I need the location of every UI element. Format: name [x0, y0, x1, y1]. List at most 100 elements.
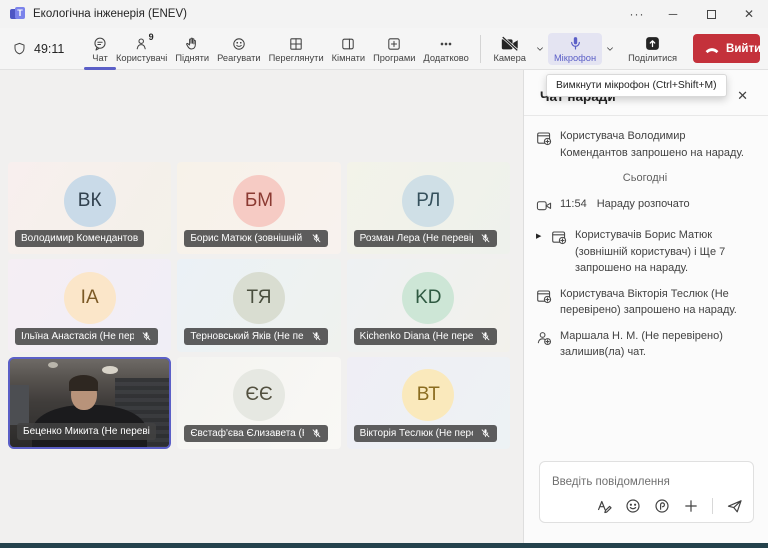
avatar: РЛ: [402, 175, 454, 227]
participant-tile[interactable]: ВТ Вікторія Теслюк (Не перевір...: [347, 357, 510, 449]
tab-more[interactable]: Додатково: [419, 28, 472, 70]
chat-icon: [92, 36, 108, 52]
expand-arrow-icon[interactable]: ▶: [536, 227, 543, 277]
tab-react-label: Реагувати: [217, 53, 260, 63]
participant-tile[interactable]: ІА Ільїна Анастасія (Не перевір...: [8, 259, 171, 351]
chat-event: 11:54Нараду розпочато: [536, 196, 754, 219]
participant-name-pill: Євстаф'єва Єлизавета (Не п...: [184, 425, 327, 442]
microphone-icon: [567, 35, 584, 52]
participant-name-pill: Вікторія Теслюк (Не перевір...: [354, 425, 497, 442]
mic-muted-icon: [480, 233, 491, 244]
meeting-timer: 49:11: [12, 41, 88, 57]
share-button[interactable]: Поділитися: [622, 33, 683, 65]
add-attachment-icon[interactable]: [683, 498, 699, 514]
mic-muted-icon: [311, 233, 322, 244]
participant-grid: ВК Володимир Комендантов БМ Борис Матюк …: [8, 162, 510, 449]
avatar: ТЯ: [233, 272, 285, 324]
teams-logo-icon: T: [10, 7, 25, 22]
microphone-options-chevron[interactable]: [602, 44, 618, 54]
tab-react[interactable]: Реагувати: [213, 28, 264, 70]
maximize-button[interactable]: [692, 0, 730, 28]
message-input[interactable]: Введіть повідомлення: [552, 476, 670, 488]
meeting-toolbar: 49:11 Чат 9 Користувачі Підняти: [0, 28, 768, 70]
tab-view[interactable]: Переглянути: [265, 28, 328, 70]
date-divider: Сьогодні: [536, 170, 754, 187]
tab-raise-hand-label: Підняти: [175, 53, 209, 63]
apps-icon: [386, 36, 402, 52]
send-icon[interactable]: [726, 498, 743, 514]
participant-tile[interactable]: БМ Борис Матюк (зовнішній ко...: [177, 162, 340, 254]
tab-apps[interactable]: Програми: [369, 28, 419, 70]
avatar: KD: [402, 272, 454, 324]
participant-tile[interactable]: KD Kichenko Diana (Не перевір...: [347, 259, 510, 351]
mic-muted-icon: [311, 331, 322, 342]
mic-muted-icon: [480, 428, 491, 439]
raise-hand-icon: [184, 36, 200, 52]
participant-name-pill: Розман Лера (Не перевірено): [354, 230, 497, 247]
tab-participants-label: Користувачі: [116, 53, 167, 63]
calendar-add-icon: [536, 130, 552, 146]
taskbar-edge: [0, 543, 768, 548]
camera-off-icon: [500, 35, 520, 52]
tab-view-label: Переглянути: [269, 53, 324, 63]
tab-rooms-label: Кімнати: [332, 53, 365, 63]
tab-apps-label: Програми: [373, 53, 415, 63]
avatar: ВТ: [402, 369, 454, 421]
participant-tile[interactable]: ТЯ Терновський Яків (Не перев...: [177, 259, 340, 351]
toolbar-tabs: Чат 9 Користувачі Підняти Реагувати: [88, 28, 473, 69]
minimize-button[interactable]: ─: [654, 0, 692, 28]
window-title: Екологічна інженерія (ENEV): [33, 8, 612, 20]
close-window-button[interactable]: ✕: [730, 0, 768, 28]
chevron-down-icon: [605, 44, 615, 54]
tab-chat[interactable]: Чат: [88, 28, 112, 70]
tab-chat-label: Чат: [92, 53, 107, 63]
emoji-icon[interactable]: [625, 498, 641, 514]
timer-value: 49:11: [34, 42, 64, 56]
close-panel-icon[interactable]: ✕: [733, 86, 752, 106]
person-add-icon: [536, 330, 552, 346]
share-label: Поділитися: [628, 53, 677, 63]
toolbar-divider: [480, 35, 481, 63]
tab-rooms[interactable]: Кімнати: [328, 28, 369, 70]
chevron-down-icon: [535, 44, 545, 54]
tab-participants[interactable]: 9 Користувачі: [112, 28, 171, 70]
microphone-label: Мікрофон: [554, 53, 596, 63]
rooms-icon: [340, 36, 356, 52]
camera-label: Камера: [493, 53, 526, 63]
participant-tile[interactable]: ЄЄ Євстаф'єва Єлизавета (Не п...: [177, 357, 340, 449]
calendar-add-icon: [551, 229, 567, 245]
chat-event: Маршала Н. М. (Не перевірено) залишив(ла…: [536, 328, 754, 361]
format-icon[interactable]: [596, 498, 612, 514]
participant-name-pill: Ільїна Анастасія (Не перевір...: [15, 328, 158, 345]
participant-tile[interactable]: РЛ Розман Лера (Не перевірено): [347, 162, 510, 254]
participant-name-pill: Борис Матюк (зовнішній ко...: [184, 230, 327, 247]
mic-muted-icon: [311, 428, 322, 439]
camera-button[interactable]: Камера: [487, 33, 532, 65]
avatar: ВК: [64, 175, 116, 227]
leave-label: Вийти: [726, 43, 760, 55]
mic-muted-icon: [480, 331, 491, 342]
title-bar: T Екологічна інженерія (ENEV) ··· ─ ✕: [0, 0, 768, 28]
participant-video-tile[interactable]: Беценко Микита (Не перевірено): [8, 357, 171, 449]
event-time: 11:54: [560, 198, 587, 210]
titlebar-more-icon[interactable]: ···: [620, 0, 654, 28]
share-screen-icon: [644, 35, 661, 52]
microphone-button[interactable]: Мікрофон: [548, 33, 602, 65]
loop-icon[interactable]: [654, 498, 670, 514]
video-camera-icon: [536, 198, 552, 213]
participant-name-pill: Беценко Микита (Не перевірено): [17, 423, 156, 440]
people-icon: [134, 36, 150, 52]
camera-options-chevron[interactable]: [532, 44, 548, 54]
more-icon: [438, 36, 454, 52]
participant-tile[interactable]: ВК Володимир Комендантов: [8, 162, 171, 254]
tab-more-label: Додатково: [423, 53, 468, 63]
chat-event: ▶ Користувачів Борис Матюк (зовнішній ко…: [536, 227, 754, 277]
mic-tooltip: Вимкнути мікрофон (Ctrl+Shift+M): [546, 74, 727, 97]
tab-raise-hand[interactable]: Підняти: [171, 28, 213, 70]
chat-event: Користувача Вікторія Теслюк (Не перевіре…: [536, 286, 754, 319]
grid-view-icon: [288, 36, 304, 52]
video-stage: ВК Володимир Комендантов БМ Борис Матюк …: [0, 70, 523, 543]
message-composer[interactable]: Введіть повідомлення: [539, 461, 754, 523]
leave-button[interactable]: Вийти: [693, 34, 760, 63]
avatar: ЄЄ: [233, 369, 285, 421]
